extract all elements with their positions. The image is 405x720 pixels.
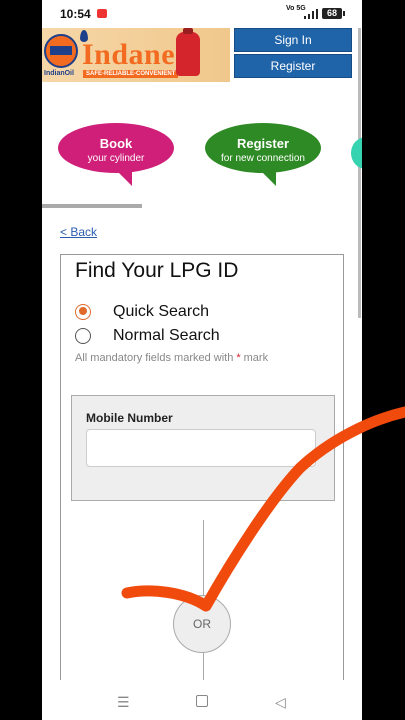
page-title: Find Your LPG ID	[75, 259, 239, 282]
back-link[interactable]: < Back	[60, 225, 97, 239]
signal-icon	[304, 9, 318, 19]
indane-wordmark: Indane	[82, 38, 176, 71]
normal-search-option[interactable]: Normal Search	[75, 327, 220, 345]
register-connection-bubble[interactable]: Register for new connection	[205, 123, 321, 173]
or-divider: OR	[173, 595, 231, 653]
home-icon[interactable]	[196, 695, 208, 707]
mobile-number-panel: Mobile Number	[71, 395, 335, 501]
recent-apps-icon[interactable]: ☰	[117, 694, 130, 711]
gas-cylinder-icon	[176, 28, 200, 76]
sign-in-button[interactable]: Sign In	[234, 28, 352, 52]
mandatory-fields-note: All mandatory fields marked with * mark	[75, 352, 268, 364]
mobile-number-label: Mobile Number	[86, 411, 173, 425]
required-star: *	[236, 352, 241, 364]
option-label: Quick Search	[113, 303, 210, 320]
status-bar: 10:54 Vo 5G 68	[42, 0, 362, 28]
radio-selected-icon[interactable]	[75, 303, 91, 320]
note-text: mark	[243, 352, 269, 364]
status-time: 10:54	[60, 7, 91, 21]
carousel-scroll-indicator	[42, 204, 142, 208]
option-label: Normal Search	[113, 327, 220, 344]
bubble-title: Book	[99, 136, 133, 151]
back-triangle-icon[interactable]: ◁	[275, 694, 286, 711]
next-bubble-partial[interactable]	[351, 137, 362, 169]
system-nav-bar: ☰ ◁	[42, 680, 362, 720]
screen-record-icon	[97, 9, 107, 18]
bubble-title: Register	[236, 136, 290, 151]
indane-tagline: SAFE-RELIABLE-CONVENIENT	[83, 70, 179, 78]
bubble-tail	[114, 168, 132, 186]
site-header: IndianOil Indane SAFE-RELIABLE-CONVENIEN…	[42, 28, 362, 82]
network-indicator: Vo 5G	[286, 5, 306, 12]
note-text: All mandatory fields marked with	[75, 352, 234, 364]
book-cylinder-bubble[interactable]: Book your cylinder	[58, 123, 174, 173]
quick-search-option[interactable]: Quick Search	[75, 303, 209, 321]
page-scrollbar[interactable]	[358, 28, 361, 318]
bubble-subtitle: for new connection	[221, 153, 305, 164]
battery-icon: 68	[322, 8, 345, 19]
find-lpg-id-card: Find Your LPG ID Quick Search Normal Sea…	[60, 254, 344, 720]
mobile-number-input[interactable]	[86, 429, 316, 467]
bubble-tail	[258, 168, 276, 186]
indianoil-logo-icon	[44, 34, 78, 68]
radio-unselected-icon[interactable]	[75, 327, 91, 344]
register-button[interactable]: Register	[234, 54, 352, 78]
indane-logo-banner[interactable]: IndianOil Indane SAFE-RELIABLE-CONVENIEN…	[42, 28, 230, 82]
phone-screen: 10:54 Vo 5G 68 IndianOil Indane SAFE-REL…	[42, 0, 362, 720]
bubble-subtitle: your cylinder	[87, 153, 145, 164]
indianoil-wordmark: IndianOil	[44, 70, 74, 77]
